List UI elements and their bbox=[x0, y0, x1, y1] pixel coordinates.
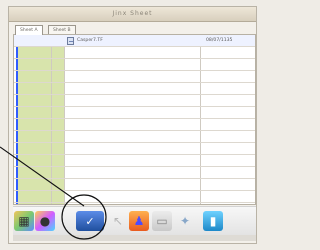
table-row[interactable] bbox=[14, 191, 255, 203]
table-row[interactable] bbox=[14, 179, 255, 191]
file-name-cell: Casper7.TF bbox=[77, 38, 103, 43]
table-row[interactable] bbox=[14, 95, 255, 107]
person-icon[interactable]: ♟ bbox=[129, 211, 149, 231]
document-check-icon[interactable]: ✓ bbox=[76, 211, 104, 231]
table-row[interactable] bbox=[14, 155, 255, 167]
dock-toolbar: ▦ ● ✓ ↖ ♟ ▭ ✦ ▮ bbox=[13, 206, 256, 236]
table-row[interactable] bbox=[14, 131, 255, 143]
apps-icon[interactable]: ▦ bbox=[14, 211, 34, 231]
window-title: Jinx Sheet bbox=[9, 7, 256, 22]
arrow-icon[interactable]: ↖ bbox=[108, 211, 128, 231]
table-row[interactable] bbox=[14, 83, 255, 95]
table-row[interactable] bbox=[14, 107, 255, 119]
tab-sheet-a[interactable]: Sheet A bbox=[15, 25, 43, 35]
table-row[interactable] bbox=[14, 167, 255, 179]
sparkle-icon[interactable]: ✦ bbox=[175, 211, 195, 231]
date-cell: 08/07/1135 bbox=[206, 38, 233, 43]
status-bar bbox=[13, 235, 256, 241]
palette-icon[interactable]: ● bbox=[35, 211, 55, 231]
device-icon[interactable]: ▭ bbox=[152, 211, 172, 231]
table-row[interactable] bbox=[14, 59, 255, 71]
table-row[interactable] bbox=[14, 143, 255, 155]
spreadsheet-grid[interactable]: Casper7.TF 08/07/1135 bbox=[13, 34, 256, 205]
bag-icon[interactable]: ▮ bbox=[203, 211, 223, 231]
app-window: Jinx Sheet Sheet A Sheet B Casper7.TF 08… bbox=[8, 6, 257, 244]
table-row[interactable]: Casper7.TF 08/07/1135 bbox=[14, 35, 255, 47]
document-icon bbox=[67, 37, 74, 45]
table-row[interactable] bbox=[14, 119, 255, 131]
table-row[interactable] bbox=[14, 47, 255, 59]
table-row[interactable] bbox=[14, 71, 255, 83]
